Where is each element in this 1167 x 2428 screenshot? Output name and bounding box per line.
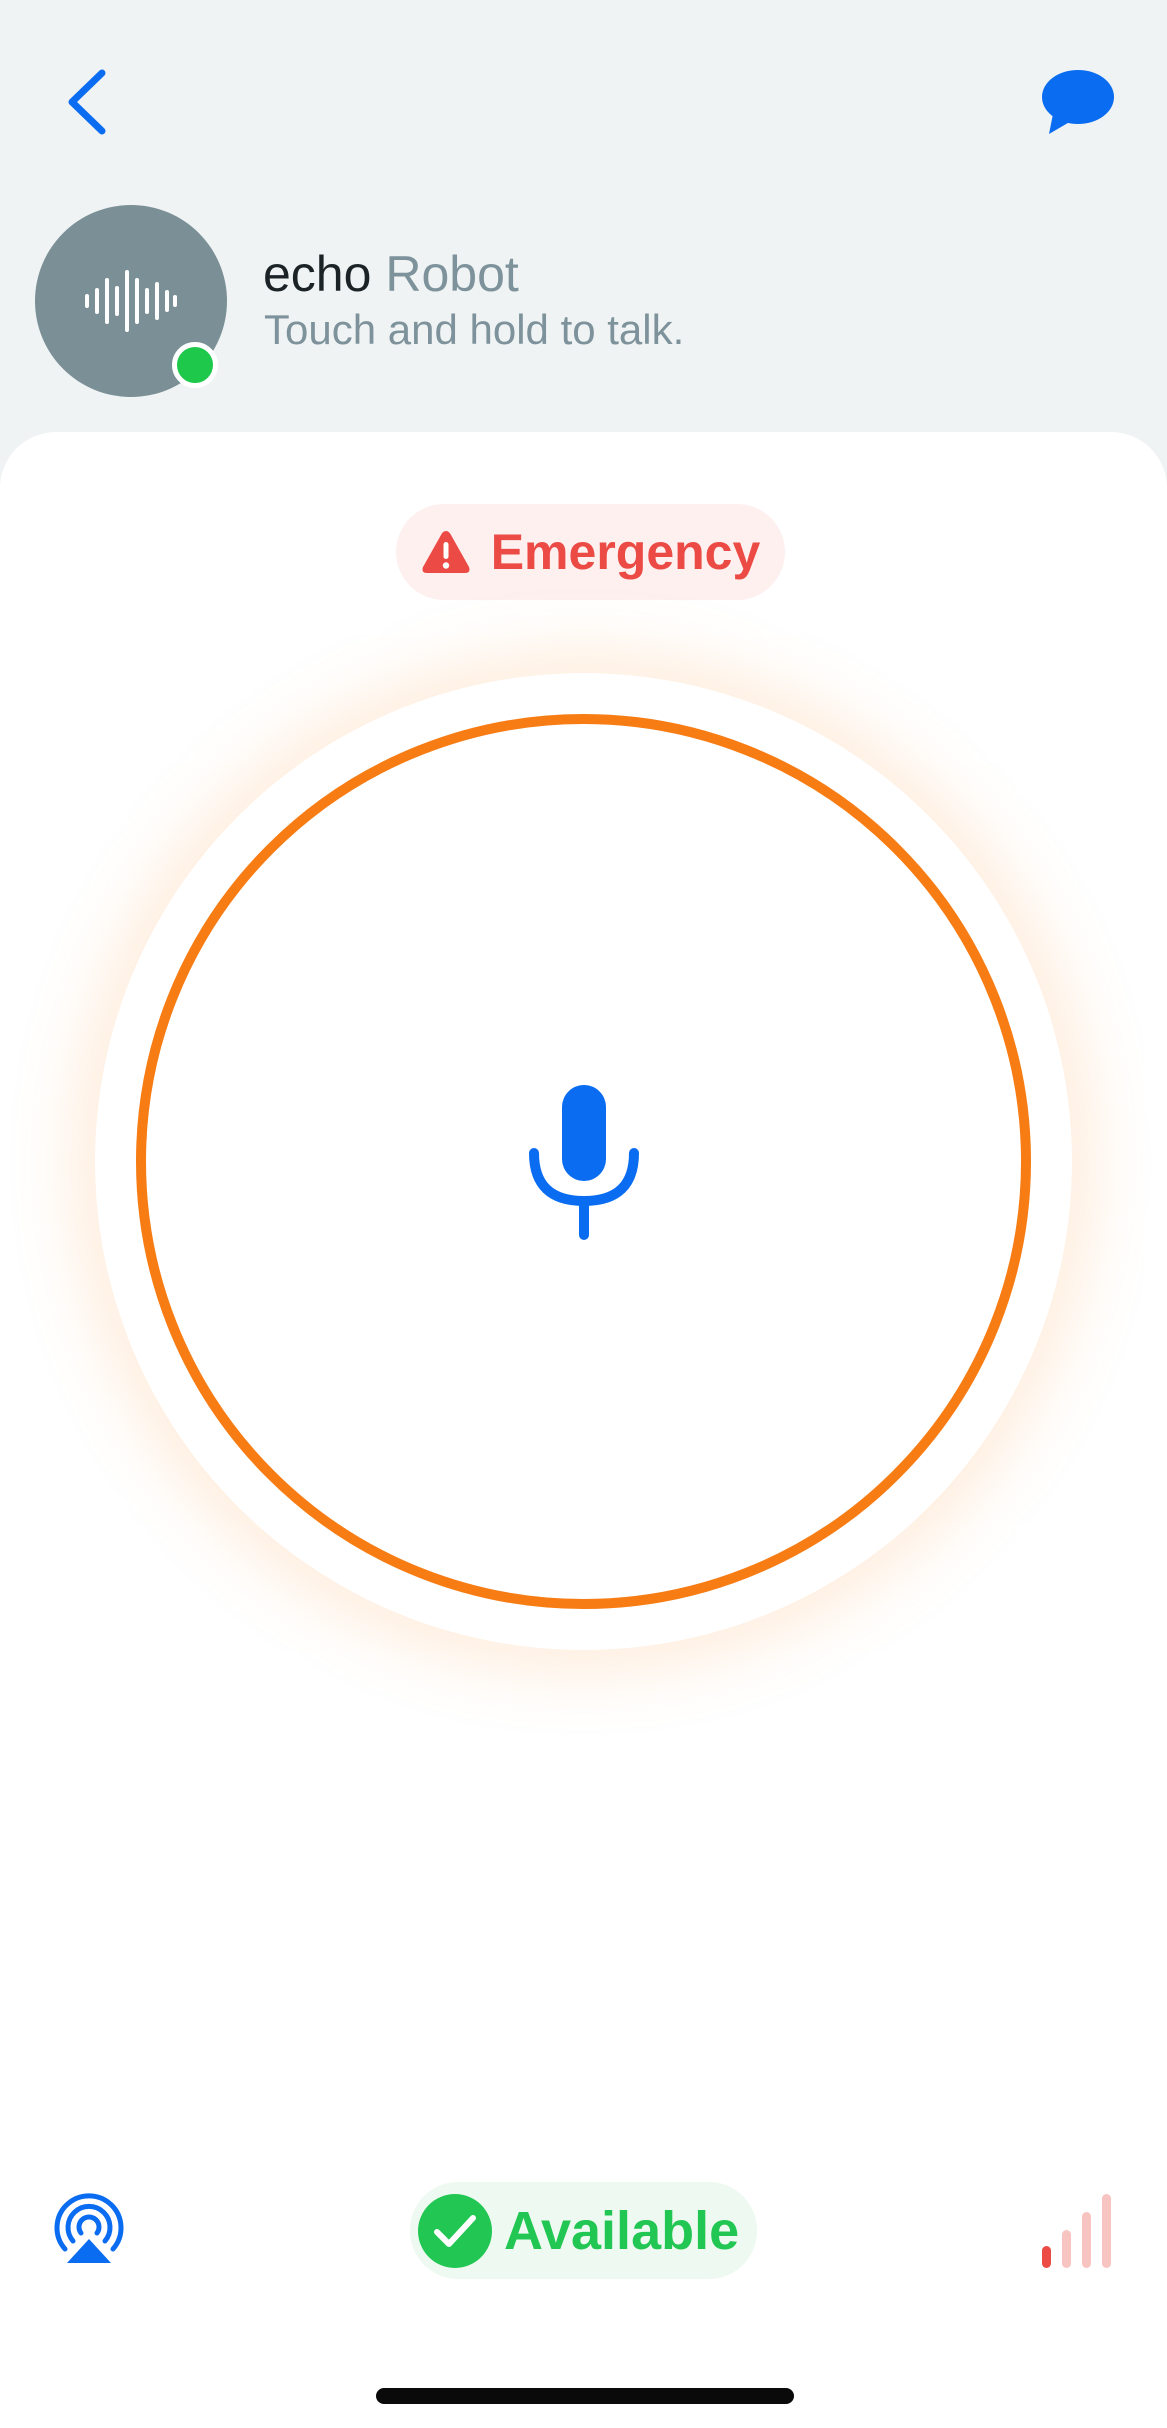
online-status-dot [172,342,218,388]
signal-bar-1 [1042,2246,1051,2268]
signal-strength-icon [1040,2190,1120,2270]
signal-bar-2 [1062,2230,1071,2268]
contact-type: Robot [385,246,519,302]
chevron-left-icon [68,69,106,135]
signal-bar-3 [1082,2212,1091,2268]
microphone-icon [528,1084,639,1240]
airplay-icon [54,2193,124,2263]
contact-name-main: echo [263,246,372,302]
signal-bar-4 [1102,2194,1111,2268]
contact-name: echo Robot [263,242,519,306]
push-to-talk-button[interactable] [136,714,1031,1609]
availability-status[interactable]: Available [410,2182,757,2279]
emergency-label: Emergency [490,524,761,580]
contact-subtitle: Touch and hold to talk. [264,306,685,353]
chat-button[interactable] [1036,62,1118,142]
airplay-button[interactable] [48,2188,130,2270]
warning-triangle-icon [422,531,470,573]
availability-label: Available [504,2200,740,2261]
back-button[interactable] [56,62,116,142]
home-indicator[interactable] [376,2388,794,2404]
walkie-talkie-screen: echo Robot Touch and hold to talk. Emerg… [0,0,1167,2428]
chat-bubble-icon [1042,70,1114,134]
checkmark-icon [418,2193,492,2268]
emergency-button[interactable]: Emergency [396,504,785,600]
audio-waveform-icon [85,270,177,332]
